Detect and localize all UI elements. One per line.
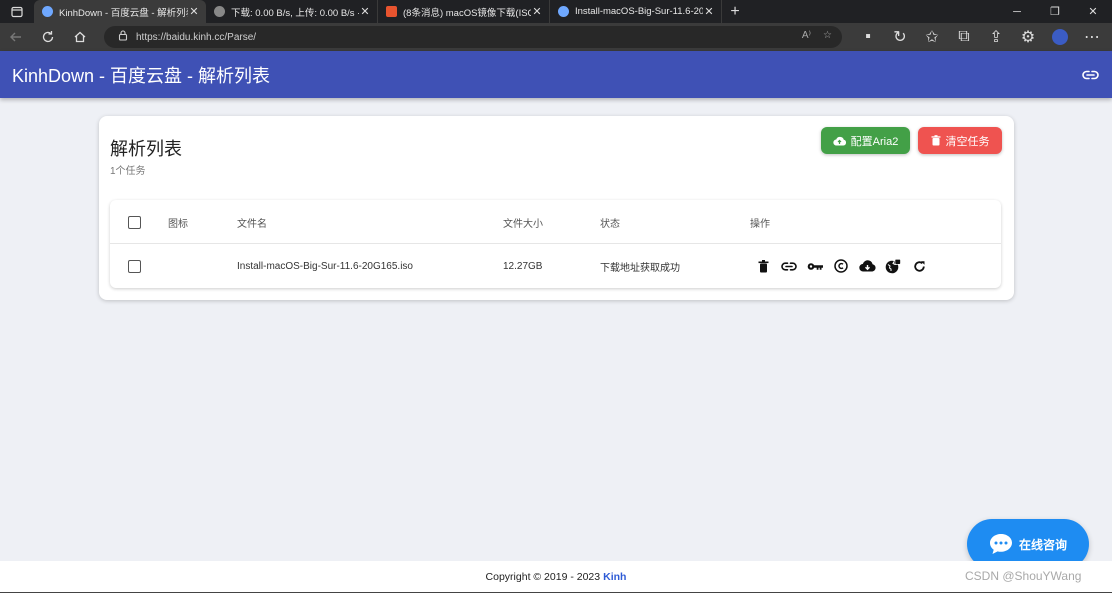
extension-icon[interactable]: ▪ bbox=[852, 28, 884, 46]
url-text: https://baidu.kinh.cc/Parse/ bbox=[136, 31, 257, 43]
row-size: 12.27GB bbox=[503, 260, 543, 272]
favorites-icon[interactable]: ✩ bbox=[916, 27, 948, 47]
column-header-filename: 文件名 bbox=[237, 218, 267, 230]
cloud-favicon-icon bbox=[42, 6, 53, 17]
cloud-favicon-icon bbox=[558, 6, 569, 17]
home-icon[interactable] bbox=[64, 23, 96, 51]
window-controls: ─ ❐ ✕ bbox=[998, 0, 1112, 23]
favorite-star-icon[interactable]: ☆ bbox=[823, 30, 832, 41]
clear-tasks-button[interactable]: 清空任务 bbox=[918, 127, 1002, 154]
address-bar[interactable]: https://baidu.kinh.cc/Parse/ A⁾ ☆ bbox=[104, 26, 842, 48]
delete-icon[interactable] bbox=[753, 256, 773, 276]
copyright-text: Copyright © 2019 - 2023 bbox=[485, 570, 601, 583]
collections-icon[interactable]: ⧉ bbox=[948, 28, 980, 46]
read-aloud-icon[interactable]: A⁾ bbox=[802, 30, 811, 41]
retry-icon[interactable] bbox=[909, 256, 929, 276]
close-window-icon[interactable]: ✕ bbox=[1074, 0, 1112, 23]
key-icon[interactable] bbox=[805, 256, 825, 276]
browser-tools: ▪ ↻ ✩ ⧉ ⇪ ⚙ ⋯ bbox=[852, 23, 1108, 51]
profile-avatar[interactable] bbox=[1052, 29, 1068, 45]
column-header-status: 状态 bbox=[600, 218, 620, 230]
tab-title: Install-macOS-Big-Sur-11.6-20G bbox=[575, 6, 703, 17]
online-consult-label: 在线咨询 bbox=[1018, 537, 1067, 552]
back-icon[interactable] bbox=[0, 23, 32, 51]
parse-list-card: 解析列表 1个任务 配置Aria2 清空任务 图标 文件名 文件大小 状态 操作… bbox=[99, 116, 1014, 300]
lock-icon bbox=[118, 30, 128, 44]
row-actions bbox=[753, 244, 929, 288]
browser-toolbar: https://baidu.kinh.cc/Parse/ A⁾ ☆ ▪ ↻ ✩ … bbox=[0, 23, 1112, 51]
copyright-icon[interactable] bbox=[831, 256, 851, 276]
globe-lock-icon[interactable] bbox=[883, 256, 903, 276]
csdn-favicon-icon bbox=[386, 6, 397, 17]
browser-tab-install[interactable]: Install-macOS-Big-Sur-11.6-20G ✕ bbox=[550, 0, 722, 23]
copy-link-icon[interactable] bbox=[779, 256, 799, 276]
cloud-download-icon[interactable] bbox=[857, 256, 877, 276]
refresh-extension-icon[interactable]: ↻ bbox=[884, 27, 916, 47]
config-aria2-button[interactable]: 配置Aria2 bbox=[821, 127, 910, 154]
brand-link[interactable]: Kinh bbox=[603, 571, 626, 583]
new-tab-icon[interactable]: + bbox=[722, 0, 748, 23]
minimize-icon[interactable]: ─ bbox=[998, 0, 1036, 23]
close-tab-icon[interactable]: ✕ bbox=[531, 5, 543, 18]
chat-bubble-icon bbox=[989, 534, 1012, 554]
link-icon[interactable] bbox=[1080, 65, 1100, 85]
browser-tab-aria[interactable]: 下载: 0.00 B/s, 上传: 0.00 B/s · Ar ✕ bbox=[206, 0, 378, 23]
card-title: 解析列表 bbox=[110, 139, 182, 159]
watermark: CSDN @ShouYWang bbox=[965, 569, 1082, 583]
row-checkbox[interactable] bbox=[128, 259, 141, 273]
browser-tab-csdn[interactable]: (8条消息) macOS镜像下载(ISO、 ✕ bbox=[378, 0, 550, 23]
aria-favicon-icon bbox=[214, 6, 225, 17]
browser-tab-bar: KinhDown - 百度云盘 - 解析列表 ✕ 下载: 0.00 B/s, 上… bbox=[0, 0, 1112, 23]
config-aria2-label: 配置Aria2 bbox=[850, 135, 899, 148]
clear-tasks-label: 清空任务 bbox=[945, 135, 990, 148]
column-header-size: 文件大小 bbox=[503, 218, 543, 230]
close-tab-icon[interactable]: ✕ bbox=[188, 5, 200, 18]
close-tab-icon[interactable]: ✕ bbox=[703, 5, 715, 18]
trash-icon bbox=[931, 135, 940, 146]
browser-tab-kinhdown[interactable]: KinhDown - 百度云盘 - 解析列表 ✕ bbox=[34, 0, 206, 23]
app-header: KinhDown - 百度云盘 - 解析列表 bbox=[0, 51, 1112, 98]
select-all-cell bbox=[128, 200, 141, 244]
extensions-puzzle-icon[interactable]: ⚙ bbox=[1012, 27, 1044, 47]
select-all-checkbox[interactable] bbox=[128, 215, 141, 229]
column-header-icon: 图标 bbox=[168, 218, 188, 230]
close-tab-icon[interactable]: ✕ bbox=[359, 5, 371, 18]
share-icon[interactable]: ⇪ bbox=[980, 27, 1012, 47]
task-count: 1个任务 bbox=[110, 166, 146, 177]
footer: Copyright © 2019 - 2023 Kinh bbox=[0, 561, 1112, 593]
column-header-actions: 操作 bbox=[750, 218, 770, 230]
page-title: KinhDown - 百度云盘 - 解析列表 bbox=[12, 65, 271, 86]
table-row: Install-macOS-Big-Sur-11.6-20G165.iso 12… bbox=[110, 244, 1001, 288]
task-table: 图标 文件名 文件大小 状态 操作 Install-macOS-Big-Sur-… bbox=[110, 200, 1001, 288]
tab-title: (8条消息) macOS镜像下载(ISO、 bbox=[403, 7, 531, 19]
restore-icon[interactable]: ❐ bbox=[1036, 0, 1074, 23]
row-select-cell bbox=[128, 244, 141, 288]
refresh-icon[interactable] bbox=[32, 23, 64, 51]
tab-title: KinhDown - 百度云盘 - 解析列表 bbox=[59, 7, 188, 19]
table-header-row: 图标 文件名 文件大小 状态 操作 bbox=[110, 200, 1001, 244]
tab-actions-icon[interactable] bbox=[0, 0, 34, 23]
tab-title: 下载: 0.00 B/s, 上传: 0.00 B/s · Ar bbox=[231, 7, 359, 19]
cloud-upload-icon bbox=[833, 136, 846, 146]
row-filename: Install-macOS-Big-Sur-11.6-20G165.iso bbox=[237, 260, 413, 272]
more-menu-icon[interactable]: ⋯ bbox=[1076, 27, 1108, 47]
row-status: 下载地址获取成功 bbox=[600, 262, 680, 274]
